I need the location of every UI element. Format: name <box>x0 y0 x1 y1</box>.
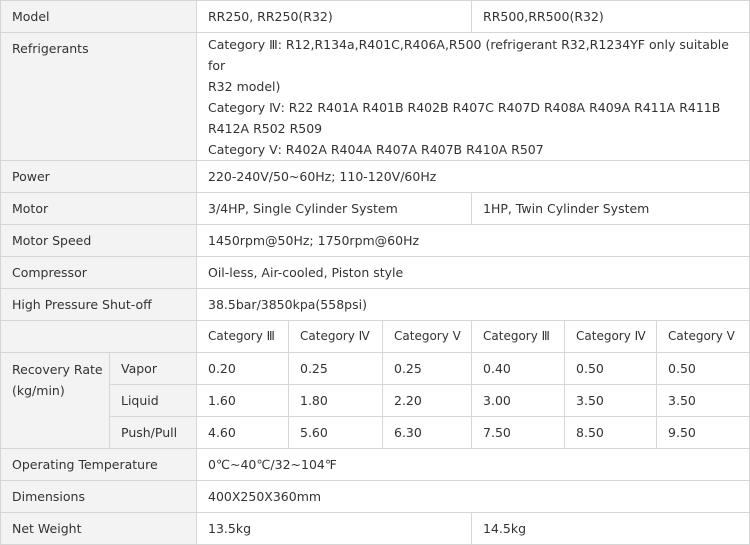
row-power: Power 220-240V/50~60Hz; 110-120V/60Hz <box>0 160 750 193</box>
model-rr250: RR250, RR250(R32) <box>195 0 473 33</box>
row-liquid: Liquid 1.60 1.80 2.20 3.00 3.50 3.50 <box>1 384 750 417</box>
row-categories: Category Ⅲ Category Ⅳ Category Ⅴ Categor… <box>0 320 750 353</box>
motor-speed-value: 1450rpm@50Hz; 1750rpm@60Hz <box>195 224 750 257</box>
spec-table: Model RR250, RR250(R32) RR500,RR500(R32)… <box>0 0 750 545</box>
vapor-value: 0.50 <box>656 352 750 385</box>
vapor-value: 0.20 <box>196 352 289 385</box>
row-vapor: Recovery Rate (kg/min) Vapor 0.20 0.25 0… <box>0 352 750 449</box>
pushpull-value: 6.30 <box>381 416 473 449</box>
refrigerants-line: R412A R502 R509 <box>208 121 323 136</box>
net-weight-label: Net Weight <box>0 512 197 545</box>
motor-rr250: 3/4HP, Single Cylinder System <box>195 192 473 225</box>
operating-temp-label: Operating Temperature <box>0 448 197 481</box>
row-model: Model RR250, RR250(R32) RR500,RR500(R32) <box>0 0 750 33</box>
liquid-value: 3.50 <box>564 384 658 417</box>
dimensions-value: 400X250X360mm <box>195 480 750 513</box>
row-pushpull: Push/Pull 4.60 5.60 6.30 7.50 8.50 9.50 <box>1 416 750 449</box>
compressor-value: Oil-less, Air-cooled, Piston style <box>195 256 750 289</box>
dimensions-label: Dimensions <box>0 480 197 513</box>
pushpull-value: 8.50 <box>564 416 658 449</box>
power-label: Power <box>0 160 197 193</box>
row-motor-speed: Motor Speed 1450rpm@50Hz; 1750rpm@60Hz <box>0 224 750 257</box>
motor-rr500: 1HP, Twin Cylinder System <box>471 192 750 225</box>
category-header: Category Ⅳ <box>288 320 383 353</box>
recovery-rate-label: Recovery Rate (kg/min) <box>0 352 110 449</box>
liquid-value: 1.60 <box>196 384 289 417</box>
refrigerants-value: Category Ⅲ: R12,R134a,R401C,R406A,R500 (… <box>195 32 750 161</box>
category-header: Category Ⅲ <box>196 320 289 353</box>
refrigerants-line: Category Ⅴ: R402A R404A R407A R407B R410… <box>208 142 544 157</box>
row-motor: Motor 3/4HP, Single Cylinder System 1HP,… <box>0 192 750 225</box>
liquid-label: Liquid <box>109 384 197 417</box>
row-operating-temp: Operating Temperature 0℃~40℃/32~104℉ <box>0 448 750 481</box>
row-refrigerants: Refrigerants Category Ⅲ: R12,R134a,R401C… <box>0 32 750 161</box>
liquid-value: 3.50 <box>656 384 750 417</box>
categories-blank <box>0 320 197 353</box>
row-high-pressure: High Pressure Shut-off 38.5bar/3850kpa(5… <box>0 288 750 321</box>
high-pressure-label: High Pressure Shut-off <box>0 288 197 321</box>
recovery-rate-unit: (kg/min) <box>12 383 65 398</box>
motor-label: Motor <box>0 192 197 225</box>
vapor-value: 0.50 <box>564 352 658 385</box>
pushpull-value: 4.60 <box>196 416 289 449</box>
motor-speed-label: Motor Speed <box>0 224 197 257</box>
high-pressure-value: 38.5bar/3850kpa(558psi) <box>195 288 750 321</box>
liquid-value: 3.00 <box>471 384 566 417</box>
vapor-value: 0.40 <box>471 352 566 385</box>
refrigerants-label: Refrigerants <box>0 32 197 161</box>
operating-temp-value: 0℃~40℃/32~104℉ <box>195 448 750 481</box>
net-weight-rr500: 14.5kg <box>471 512 750 545</box>
pushpull-value: 5.60 <box>288 416 383 449</box>
category-header: Category Ⅴ <box>381 320 473 353</box>
net-weight-rr250: 13.5kg <box>195 512 473 545</box>
liquid-value: 1.80 <box>288 384 383 417</box>
row-net-weight: Net Weight 13.5kg 14.5kg <box>0 512 750 545</box>
refrigerants-line: Category Ⅲ: R12,R134a,R401C,R406A,R500 (… <box>208 37 729 73</box>
vapor-value: 0.25 <box>381 352 473 385</box>
liquid-value: 2.20 <box>381 384 473 417</box>
vapor-label: Vapor <box>109 352 197 385</box>
compressor-label: Compressor <box>0 256 197 289</box>
category-header: Category Ⅲ <box>471 320 566 353</box>
pushpull-value: 7.50 <box>471 416 566 449</box>
row-compressor: Compressor Oil-less, Air-cooled, Piston … <box>0 256 750 289</box>
refrigerants-line: Category Ⅳ: R22 R401A R401B R402B R407C … <box>208 100 721 115</box>
power-value: 220-240V/50~60Hz; 110-120V/60Hz <box>195 160 750 193</box>
category-header: Category Ⅳ <box>564 320 658 353</box>
refrigerants-line: R32 model) <box>208 79 281 94</box>
pushpull-value: 9.50 <box>656 416 750 449</box>
recovery-rate-title: Recovery Rate <box>12 362 103 377</box>
pushpull-label: Push/Pull <box>109 416 197 449</box>
row-dimensions: Dimensions 400X250X360mm <box>0 480 750 513</box>
model-label: Model <box>0 0 197 33</box>
model-rr500: RR500,RR500(R32) <box>471 0 750 33</box>
category-header: Category Ⅴ <box>656 320 750 353</box>
vapor-value: 0.25 <box>288 352 383 385</box>
